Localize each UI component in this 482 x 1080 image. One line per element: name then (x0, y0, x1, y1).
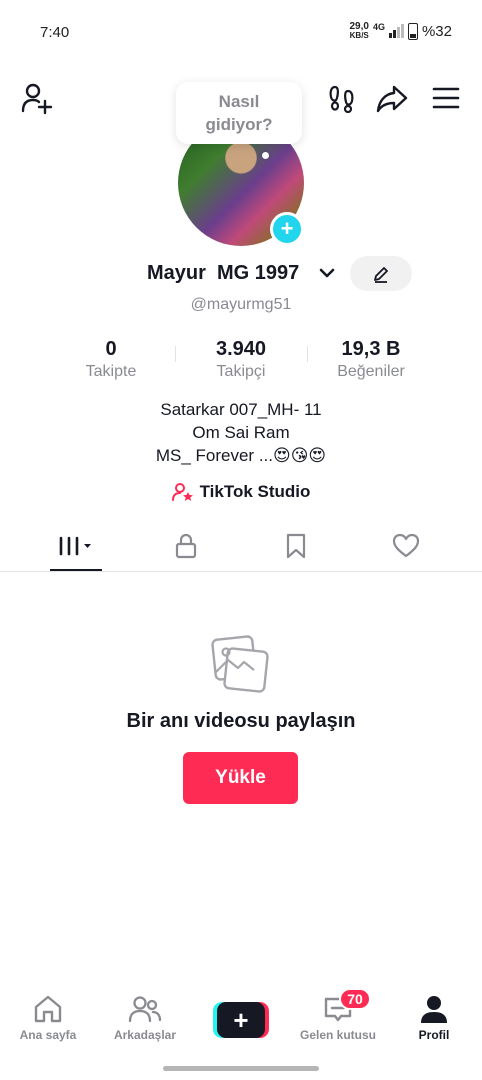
bubble-tail (262, 152, 269, 159)
bio[interactable]: Satarkar 007_MH- 11 Om Sai Ram MS_ Forev… (0, 398, 482, 467)
video-grid-icon (59, 536, 91, 556)
tiktok-studio-link[interactable]: TikTok Studio (0, 482, 482, 502)
tab-favorites[interactable] (246, 520, 346, 572)
stat-value: 19,3 B (341, 338, 401, 360)
status-bar: 7:40 29,0 KB/S 4G %32 (0, 0, 482, 62)
profile-stats: 0 Takipte 3.940 Takipçi 19,3 B Beğeniler (0, 338, 482, 388)
nav-profile[interactable]: Profil (386, 994, 482, 1042)
stat-label: Takipçi (216, 363, 266, 380)
friends-icon (128, 996, 162, 1023)
tab-private[interactable] (136, 520, 236, 572)
chevron-down-icon[interactable] (318, 264, 336, 287)
tab-videos[interactable] (26, 520, 126, 572)
nav-inbox[interactable]: Gelen kutusu (290, 994, 386, 1042)
profile-icon (421, 996, 447, 1023)
stat-followers[interactable]: 3.940 Takipçi (196, 338, 286, 381)
creator-star-icon (171, 483, 193, 501)
network-speed-unit: KB/S (349, 31, 369, 40)
share-icon (376, 85, 408, 113)
home-indicator[interactable] (163, 1066, 319, 1071)
name-row: Mayur MG 1997 (0, 256, 482, 292)
nav-label: Ana sayfa (19, 1028, 77, 1042)
stat-label: Beğeniler (337, 363, 405, 380)
plus-icon: + (217, 1002, 265, 1038)
stat-following[interactable]: 0 Takipte (70, 338, 152, 381)
nav-label: Gelen kutusu (299, 1028, 376, 1042)
status-time: 7:40 (40, 24, 70, 41)
home-icon (34, 995, 62, 1023)
stat-divider (307, 346, 308, 362)
menu-button[interactable] (428, 80, 464, 116)
hamburger-menu-icon (432, 87, 460, 109)
network-speed: 29,0 KB/S (349, 22, 368, 40)
add-friend-button[interactable] (18, 80, 54, 116)
add-user-icon (21, 83, 53, 115)
upload-button[interactable]: Yükle (183, 752, 298, 804)
edit-profile-button[interactable] (350, 256, 412, 291)
battery-icon (407, 22, 418, 40)
heart-icon (392, 533, 420, 558)
footprints-icon (329, 85, 354, 113)
signal-icon (388, 24, 404, 38)
bottom-navigation: Ana sayfa Arkadaşlar + Gelen kutusu 70 P… (0, 988, 482, 1060)
nav-home[interactable]: Ana sayfa (0, 994, 96, 1042)
bio-line: Satarkar 007_MH- 11 (160, 400, 322, 419)
profile-tabs (0, 520, 482, 572)
bio-line: Om Sai Ram (192, 423, 290, 442)
pencil-icon (374, 266, 388, 283)
share-profile-button[interactable] (374, 80, 410, 116)
nav-label: Profil (418, 1028, 450, 1042)
bubble-line-2: gidiyor? (205, 115, 273, 134)
bubble-line-1: Nasıl (218, 92, 260, 111)
inbox-badge: 70 (339, 988, 371, 1010)
bookmark-icon (286, 533, 306, 559)
nav-friends[interactable]: Arkadaşlar (97, 994, 193, 1042)
plus-icon: + (280, 216, 294, 241)
stat-label: Takipte (85, 363, 137, 380)
status-prompt-bubble[interactable]: Nasıl gidiyor? (176, 82, 302, 144)
display-name[interactable]: Mayur MG 1997 (147, 262, 299, 285)
stat-likes[interactable]: 19,3 B Beğeniler (326, 338, 416, 381)
nav-label: Arkadaşlar (113, 1028, 177, 1042)
stat-divider (175, 346, 176, 362)
create-button[interactable]: + (213, 1002, 269, 1038)
add-photo-button[interactable]: + (270, 212, 304, 246)
image-placeholder-icon (210, 634, 270, 699)
studio-label: TikTok Studio (199, 482, 311, 501)
battery-level: %32 (421, 22, 452, 40)
status-indicators: 29,0 KB/S 4G %32 (349, 22, 452, 40)
tab-liked[interactable] (356, 520, 456, 572)
username: @mayurmg51 (190, 296, 292, 313)
network-type: 4G (372, 22, 385, 32)
active-tab-indicator (50, 569, 102, 571)
lock-icon (175, 533, 197, 559)
empty-state-title: Bir anı videosu paylaşın (126, 710, 356, 732)
stat-value: 3.940 (215, 338, 267, 360)
bio-line: MS_ Forever ...😍😘😍 (155, 446, 327, 465)
stat-value: 0 (105, 338, 117, 360)
profile-views-button[interactable] (324, 80, 360, 116)
